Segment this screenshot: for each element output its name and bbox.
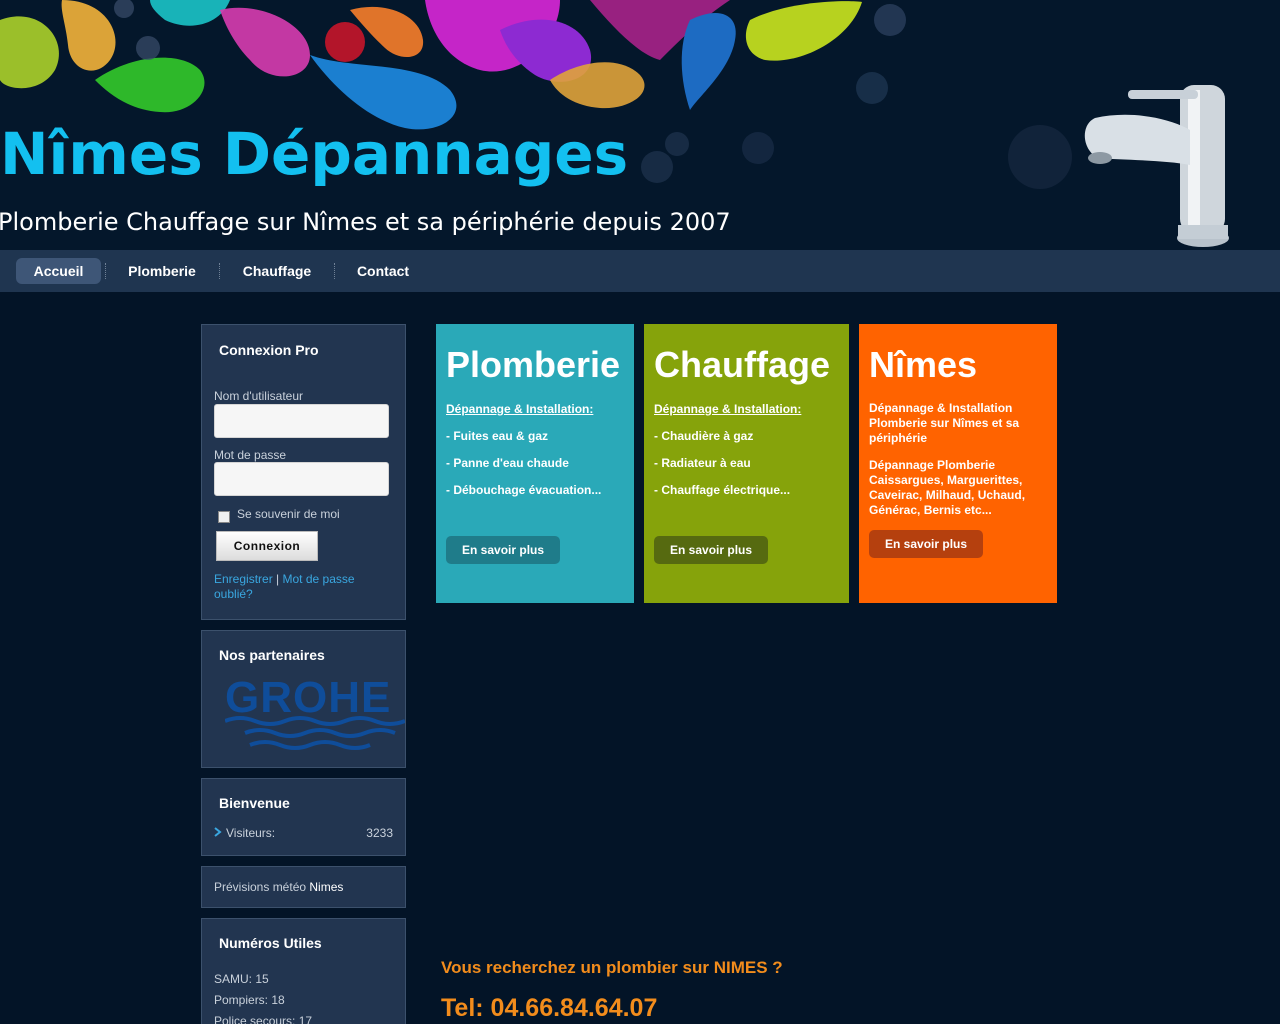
panel-nimes-towns: Dépannage Plomberie Caissargues, Marguer… [869,458,1026,517]
partners-title: Nos partenaires [219,647,325,663]
weather-module: Prévisions météo Nimes [201,866,406,908]
useful-numbers-title: Numéros Utiles [219,935,322,951]
panel-nimes-title: Nîmes [869,344,978,385]
chauffage-more-button[interactable]: En savoir plus [654,536,769,564]
panel-plomberie-title: Plomberie [446,344,621,385]
nav-item-plomberie[interactable]: Plomberie [118,258,206,284]
password-label: Mot de passe [214,448,287,462]
partners-module: Nos partenaires GROHE [201,630,406,768]
panel-plomberie-subtitle: Dépannage & Installation: [446,402,594,416]
weather-label: Prévisions météo Nimes [214,880,343,894]
panel-plomberie-line: - Fuites eau & gaz [446,429,549,443]
panel-chauffage-line: - Chauffage électrique... [654,483,791,497]
phone-number[interactable]: Tel: 04.66.84.64.07 [441,994,657,1023]
panel-chauffage-line: - Chaudière à gaz [654,429,754,443]
remember-me-label: Se souvenir de moi [237,507,340,521]
panel-nimes: Nîmes Dépannage & Installation Plomberie… [859,324,1057,603]
site-title[interactable]: Nîmes Dépannages [0,120,628,188]
password-input[interactable] [214,462,389,496]
welcome-module: Bienvenue Visiteurs: 3233 [201,778,406,856]
login-button[interactable]: Connexion [216,531,318,561]
panel-chauffage-line: - Radiateur à eau [654,456,751,470]
nav-item-accueil[interactable]: Accueil [16,258,101,284]
grohe-logo[interactable]: GROHE [225,673,405,758]
weather-city-link[interactable]: Nimes [309,880,343,894]
nav-separator [105,263,106,279]
login-title: Connexion Pro [219,342,319,358]
links-separator: | [276,572,280,586]
panel-chauffage: Chauffage Dépannage & Installation: - Ch… [644,324,849,603]
faucet-icon [1084,85,1229,247]
panel-chauffage-title: Chauffage [654,344,831,385]
site-header: Nîmes Dépannages Plomberie Chauffage sur… [0,0,1280,250]
grohe-waves-icon [225,716,405,750]
number-samu: SAMU: 15 [214,972,269,986]
plomberie-more-button[interactable]: En savoir plus [446,536,561,564]
panel-chauffage-subtitle: Dépannage & Installation: [654,402,802,416]
main-nav: Accueil Plomberie Chauffage Contact [0,250,1280,292]
nimes-more-button[interactable]: En savoir plus [869,530,984,558]
remember-me-checkbox[interactable] [218,511,230,523]
username-label: Nom d'utilisateur [214,389,303,403]
plumber-search-heading: Vous recherchez un plombier sur NIMES ? [441,958,783,977]
username-input[interactable] [214,404,389,438]
login-links: Enregistrer | Mot de passe oublié? [214,572,394,602]
number-police: Police secours: 17 [214,1014,313,1024]
login-module: Connexion Pro Nom d'utilisateur Mot de p… [201,324,406,620]
visitors-label: Visiteurs: [226,826,276,840]
nav-item-contact[interactable]: Contact [346,258,420,284]
nav-separator [219,263,220,279]
panel-plomberie-line: - Débouchage évacuation... [446,483,602,497]
nav-item-chauffage[interactable]: Chauffage [232,258,322,284]
nav-separator [334,263,335,279]
register-link[interactable]: Enregistrer [214,572,273,586]
welcome-title: Bienvenue [219,795,290,811]
panel-plomberie: Plomberie Dépannage & Installation: - Fu… [436,324,634,603]
useful-numbers-module: Numéros Utiles SAMU: 15 Pompiers: 18 Pol… [201,918,406,1024]
site-tagline: Plomberie Chauffage sur Nîmes et sa péri… [0,208,731,236]
chevron-right-icon [214,827,222,837]
visitors-count: 3233 [366,826,393,840]
panel-plomberie-line: - Panne d'eau chaude [446,456,569,470]
number-pompiers: Pompiers: 18 [214,993,285,1007]
weather-text: Prévisions météo [214,880,307,894]
panel-nimes-intro: Dépannage & Installation Plomberie sur N… [869,401,1020,445]
